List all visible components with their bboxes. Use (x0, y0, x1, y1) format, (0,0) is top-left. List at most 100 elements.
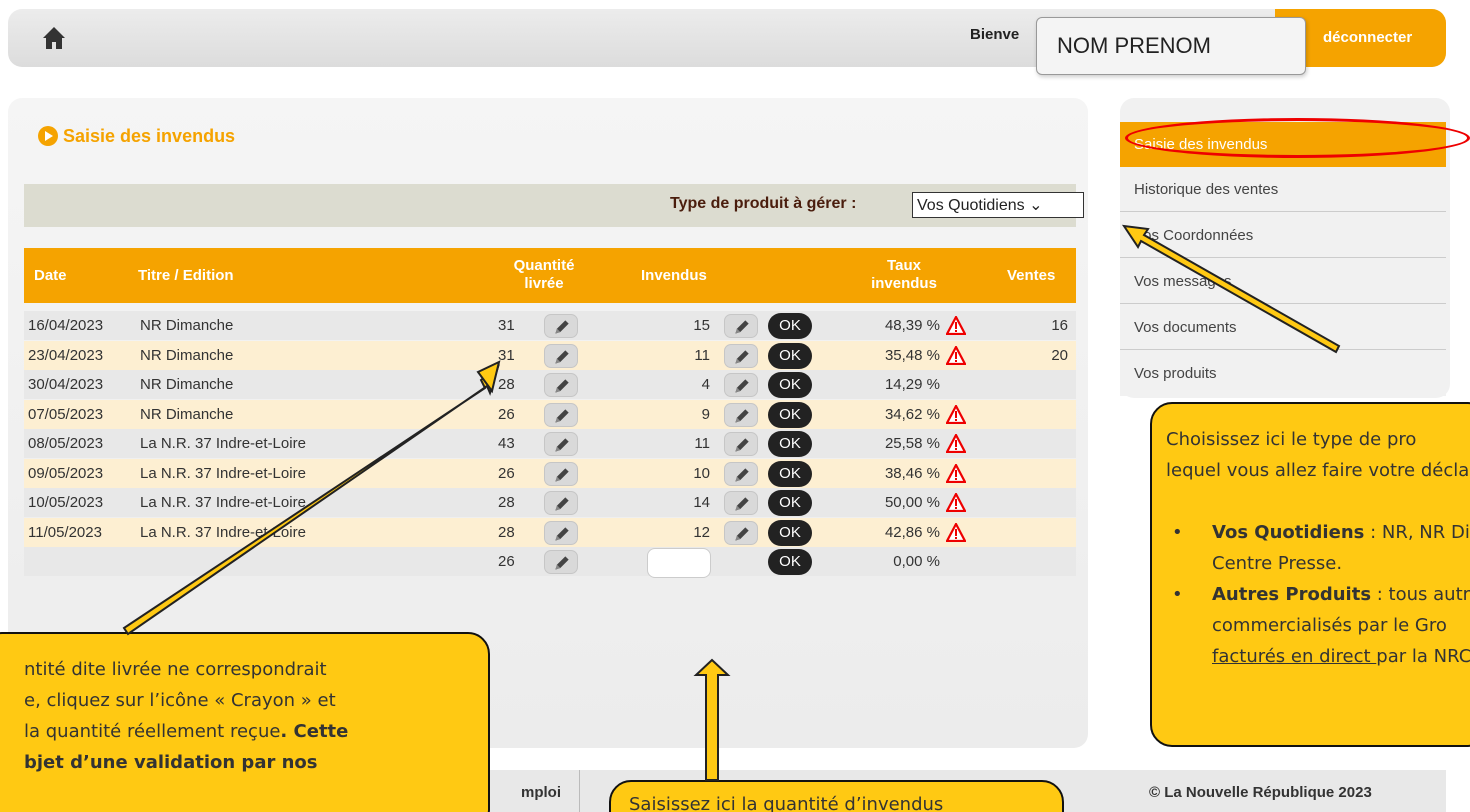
callout-quantity: ntité dite livrée ne correspondrait e, c… (0, 632, 490, 812)
warning-icon (945, 491, 967, 513)
table-row: 09/05/2023 La N.R. 37 Indre-et-Loire 26 10 O… (24, 458, 1076, 488)
ok-button[interactable]: OK (768, 519, 812, 546)
col-invendus: Invendus (641, 267, 707, 284)
row-qty: 26 (498, 553, 515, 570)
filter-label: Type de produit à gérer : (670, 195, 857, 212)
edit-qty-pencil-icon[interactable] (544, 550, 578, 574)
row-invendus: 15 (693, 317, 710, 334)
bullet1-bold: Vos Quotidiens (1212, 522, 1365, 543)
bullet-dot: • (1172, 522, 1183, 543)
callout-left-line3: la quantité réellement reçue. Cette (24, 716, 488, 747)
row-date: 30/04/2023 (28, 376, 104, 393)
edit-qty-pencil-icon[interactable] (544, 314, 578, 338)
page-title: Saisie des invendus (63, 126, 236, 146)
edit-qty-pencil-icon[interactable] (544, 520, 578, 545)
row-rate: 42,86 % (884, 523, 940, 541)
ok-button[interactable]: OK (768, 342, 812, 369)
col-rate-line1: Taux (887, 257, 921, 274)
footer-divider (579, 770, 580, 812)
row-qty: 43 (498, 435, 515, 452)
product-type-select[interactable]: Vos Quotidiens ⌄ (912, 192, 1084, 218)
edit-qty-pencil-icon[interactable] (544, 343, 578, 368)
user-name-label: NOM PRENOM (1036, 17, 1306, 75)
col-rate: Taux invendus (864, 257, 944, 293)
row-rate: 14,29 % (884, 376, 940, 393)
col-date: Date (34, 267, 67, 284)
invendus-input[interactable] (647, 548, 711, 578)
sidebar-item-historique[interactable]: Historique des ventes (1120, 167, 1446, 212)
row-qty: 28 (498, 376, 515, 393)
edit-invendus-pencil-icon[interactable] (724, 461, 758, 486)
col-qty-line2: livrée (524, 275, 564, 292)
callout-invendus: Saisissez ici la quantité d’invendus (609, 780, 1064, 812)
highlight-ellipse (1125, 118, 1470, 158)
sidebar-item-messages[interactable]: Vos messages (1120, 259, 1446, 304)
ok-button[interactable]: OK (768, 372, 812, 398)
sidebar-item-documents[interactable]: Vos documents (1120, 305, 1446, 350)
row-date: 08/05/2023 (28, 435, 104, 452)
row-date: 10/05/2023 (28, 494, 104, 511)
callout-left-line2: e, cliquez sur l’icône « Crayon » et (24, 690, 336, 711)
row-rate: 35,48 % (884, 346, 940, 364)
col-qty: Quantité livrée (504, 257, 584, 293)
row-title: NR Dimanche (140, 405, 234, 423)
col-title: Titre / Edition (138, 267, 234, 284)
edit-qty-pencil-icon[interactable] (544, 402, 578, 427)
table-row: 30/04/2023 NR Dimanche 28 4 OK 14,29 % (24, 370, 1076, 399)
col-qty-line1: Quantité (513, 257, 575, 274)
edit-qty-pencil-icon[interactable] (544, 461, 578, 486)
ok-button[interactable]: OK (768, 401, 812, 428)
row-invendus: 10 (693, 464, 710, 482)
ok-button[interactable]: OK (768, 490, 812, 516)
bullet2-line2: commercialisés par le Gro (1212, 615, 1447, 636)
callout-left-line4: bjet d’une validation par nos (24, 752, 318, 773)
row-qty: 31 (498, 317, 515, 334)
row-date: 07/05/2023 (28, 405, 104, 423)
row-title: NR Dimanche (140, 317, 234, 334)
edit-qty-pencil-icon[interactable] (544, 491, 578, 515)
row-ventes: 20 (1051, 346, 1068, 364)
home-icon[interactable] (42, 26, 66, 50)
table-row: 08/05/2023 La N.R. 37 Indre-et-Loire 43 11 O… (24, 429, 1076, 458)
edit-qty-pencil-icon[interactable] (544, 373, 578, 397)
warning-icon (945, 344, 967, 365)
edit-invendus-pencil-icon[interactable] (724, 343, 758, 368)
row-date: 16/04/2023 (28, 317, 104, 334)
row-invendus: 12 (693, 523, 710, 541)
edit-invendus-pencil-icon[interactable] (724, 314, 758, 338)
edit-invendus-pencil-icon[interactable] (724, 491, 758, 515)
copyright: © La Nouvelle République 2023 (1149, 784, 1372, 801)
bullet1-text: : NR, NR Di (1364, 522, 1470, 543)
bullet-dot: • (1172, 584, 1183, 605)
play-circle-icon (38, 126, 58, 146)
row-rate: 0,00 % (893, 553, 940, 570)
bullet2-text: : tous autre (1371, 584, 1470, 605)
edit-invendus-pencil-icon[interactable] (724, 520, 758, 545)
edit-invendus-pencil-icon[interactable] (724, 373, 758, 397)
ok-button[interactable]: OK (768, 460, 812, 487)
table-row: 07/05/2023 NR Dimanche 26 9 OK 34,62 % (24, 399, 1076, 429)
table-header: Date Titre / Edition Quantité livrée Inv… (24, 248, 1076, 303)
col-rate-line2: invendus (871, 275, 937, 292)
warning-icon (945, 432, 967, 454)
row-rate: 34,62 % (884, 405, 940, 423)
table-row: 26 OK 0,00 % (24, 547, 1076, 578)
row-qty: 28 (498, 523, 515, 541)
ok-button[interactable]: OK (768, 549, 812, 575)
table-row: 10/05/2023 La N.R. 37 Indre-et-Loire 28 14 O… (24, 488, 1076, 517)
col-ventes: Ventes (1007, 267, 1056, 284)
edit-invendus-pencil-icon[interactable] (724, 402, 758, 427)
sidebar-item-produits[interactable]: Vos produits (1120, 351, 1446, 396)
footer-link[interactable]: mploi (521, 784, 561, 801)
ok-button[interactable]: OK (768, 431, 812, 457)
sidebar-item-coordonnees[interactable]: Vos Coordonnées (1120, 213, 1446, 258)
ok-button[interactable]: OK (768, 313, 812, 339)
edit-qty-pencil-icon[interactable] (544, 432, 578, 456)
warning-icon (945, 403, 967, 424)
bullet1-line2: Centre Presse. (1212, 553, 1343, 574)
row-title: NR Dimanche (140, 346, 234, 364)
row-title: La N.R. 37 Indre-et-Loire (140, 494, 306, 511)
row-rate: 50,00 % (884, 494, 940, 511)
edit-invendus-pencil-icon[interactable] (724, 432, 758, 456)
row-qty: 26 (498, 405, 515, 423)
